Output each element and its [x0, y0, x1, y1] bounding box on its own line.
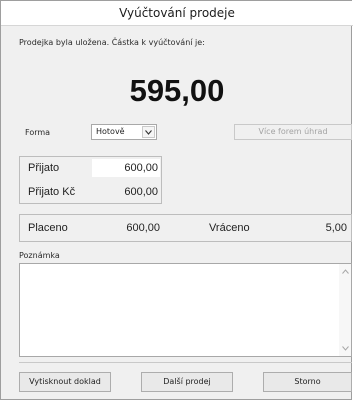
- chevron-down-icon[interactable]: [142, 126, 155, 138]
- received-czk-value: 600,00: [124, 186, 158, 198]
- more-payment-methods-button[interactable]: Více forem úhrad: [234, 124, 352, 140]
- next-sale-button[interactable]: Další prodej: [141, 372, 233, 392]
- received-label: Přijato: [28, 162, 60, 174]
- received-panel: Přijato 600,00 Přijato Kč 600,00: [19, 156, 162, 204]
- note-scrollbar[interactable]: [339, 264, 351, 356]
- change-value: 5,00: [325, 222, 347, 234]
- scroll-down-icon[interactable]: [342, 346, 349, 351]
- amount-due: 595,00: [129, 73, 225, 108]
- received-czk-label: Přijato Kč: [28, 186, 76, 198]
- summary-panel: Placeno 600,00 Vráceno 5,00: [19, 214, 352, 242]
- payment-method-select[interactable]: Hotově: [91, 124, 157, 140]
- paid-value: 600,00: [126, 222, 160, 234]
- received-value: 600,00: [124, 162, 158, 174]
- window-title: Vyúčtování prodeje: [1, 1, 353, 26]
- note-label: Poznámka: [19, 251, 60, 260]
- note-textarea[interactable]: [19, 263, 352, 357]
- scroll-up-icon[interactable]: [342, 269, 349, 274]
- cancel-button[interactable]: Storno: [263, 372, 352, 392]
- print-receipt-button[interactable]: Vytisknout doklad: [19, 372, 111, 392]
- payment-method-value: Hotově: [96, 127, 125, 136]
- saved-message: Prodejka byla uložena. Částka k vyúčtová…: [19, 38, 205, 47]
- divider: [19, 362, 352, 363]
- change-label: Vráceno: [209, 222, 250, 234]
- payment-dialog: Vyúčtování prodeje Prodejka byla uložena…: [0, 0, 353, 400]
- paid-label: Placeno: [28, 222, 68, 234]
- forma-label: Forma: [25, 128, 51, 137]
